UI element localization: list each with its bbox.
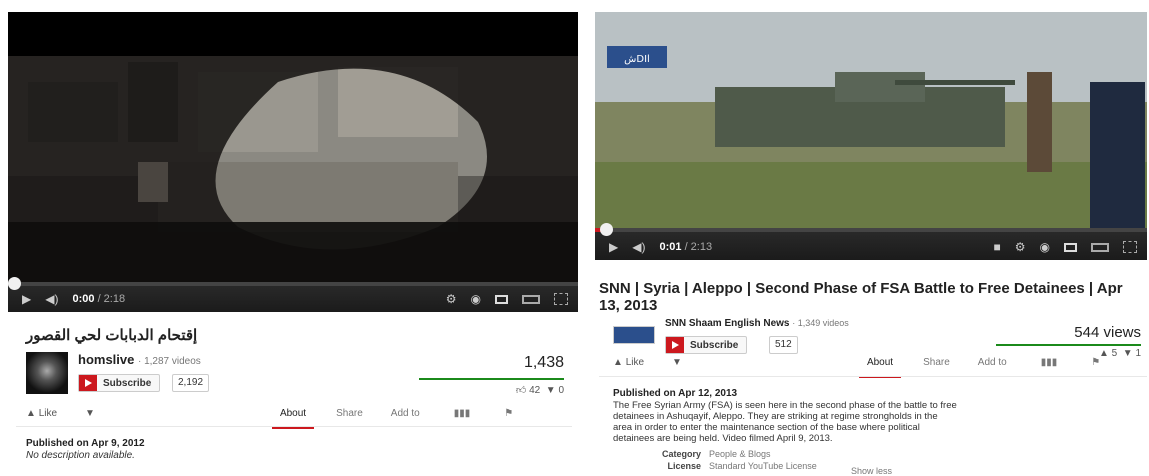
dislike-button[interactable]: ▼ <box>85 408 95 419</box>
description-text: The Free Syrian Army (FSA) is seen here … <box>613 400 957 444</box>
subscribe-button[interactable]: Subscribe <box>665 336 748 354</box>
tab-about[interactable]: About <box>858 357 902 378</box>
subscriber-count: 2,192 <box>172 374 210 392</box>
flag-icon[interactable]: ⚑ <box>504 408 513 419</box>
tab-share[interactable]: Share <box>336 408 363 419</box>
left-video-panel: ▶ ◀) 0:00 / 2:18 ⚙ ◉ إقتحام الدبابات لحي… <box>8 12 578 473</box>
avatar[interactable] <box>26 352 68 394</box>
small-player-icon[interactable] <box>1064 242 1077 252</box>
action-bar: ▲ Like ▼ About Share Add to ▮▮▮ ⚑ <box>613 357 1143 378</box>
show-less-link[interactable]: Show less <box>851 466 892 476</box>
subscribe-label: Subscribe <box>690 339 739 351</box>
right-video-panel: شDIا ▶ ◀) 0:01 / 2:13 ■ ⚙ ◉ SNN | Syria … <box>595 12 1147 476</box>
like-label: Like <box>625 357 645 368</box>
tab-add-to[interactable]: Add to <box>391 408 420 419</box>
annotations-icon[interactable]: ◉ <box>471 292 481 306</box>
category-row: Category People & Blogs <box>613 448 958 460</box>
video-count: · 1,349 videos <box>792 318 849 328</box>
video-frame: شDIا <box>595 12 1147 228</box>
like-button[interactable]: ▲ Like <box>26 408 57 419</box>
gear-icon[interactable]: ⚙ <box>1015 240 1026 254</box>
video-count: · 1,287 videos <box>137 356 201 367</box>
time-current: 0:01 <box>659 241 682 253</box>
channel-name[interactable]: SNN Shaam English News <box>665 318 789 329</box>
play-icon[interactable]: ▶ <box>609 240 618 254</box>
time-total: / 2:18 <box>97 293 126 305</box>
video-info: SNN | Syria | Aleppo | Second Phase of F… <box>595 260 1147 476</box>
channel-name[interactable]: homslive <box>78 352 134 367</box>
thumbs-down-icon: ▼ <box>85 408 95 419</box>
time-display: 0:01 / 2:13 <box>659 241 712 253</box>
time-total: / 2:13 <box>684 241 713 253</box>
player-controls: ▶ ◀) 0:01 / 2:13 ■ ⚙ ◉ <box>595 223 1147 260</box>
large-player-icon[interactable] <box>1091 242 1109 252</box>
time-current: 0:00 <box>72 293 95 305</box>
small-player-icon[interactable] <box>495 294 508 304</box>
description-text: No description available. <box>26 450 135 461</box>
time-display: 0:00 / 2:18 <box>72 293 125 305</box>
action-bar: ▲ Like ▼ About Share Add to ▮▮▮ ⚑ <box>26 408 562 429</box>
tab-share[interactable]: Share <box>923 357 950 368</box>
video-frame <box>8 12 578 282</box>
thumbs-up-icon: ▲ <box>613 357 623 368</box>
subscriber-count: 512 <box>769 336 798 354</box>
flag-icon[interactable]: ⚑ <box>1091 357 1100 368</box>
video-title: إقتحام الدبابات لحي القصور <box>26 327 198 344</box>
fullscreen-icon[interactable] <box>1123 241 1137 253</box>
dislike-button[interactable]: ▼ <box>672 357 682 368</box>
thumbs-up-icon: 👍︎ <box>515 385 527 396</box>
annotations-icon[interactable]: ◉ <box>1040 240 1050 254</box>
channel-logo-overlay: شDIا <box>624 54 650 65</box>
thumbs-up-icon: ▲ <box>26 408 36 419</box>
like-label: Like <box>38 408 58 419</box>
category-label: Category <box>661 449 701 459</box>
description: Published on Apr 9, 2012 No description … <box>26 438 546 462</box>
volume-icon[interactable]: ◀) <box>632 240 645 254</box>
like-count: 42 <box>529 385 541 396</box>
captions-icon[interactable]: ■ <box>994 240 1001 254</box>
stats-icon[interactable]: ▮▮▮ <box>1041 357 1058 368</box>
tab-about[interactable]: About <box>271 408 315 429</box>
gear-icon[interactable]: ⚙ <box>446 292 457 306</box>
license-row: License Standard YouTube License <box>613 460 958 472</box>
view-count: 1,438 <box>523 354 564 371</box>
fullscreen-icon[interactable] <box>554 293 568 305</box>
like-button[interactable]: ▲ Like <box>613 357 644 368</box>
published-date: Published on Apr 12, 2013 <box>613 388 738 399</box>
progress-bar[interactable] <box>595 223 1147 236</box>
avatar[interactable] <box>613 326 655 344</box>
video-title: SNN | Syria | Aleppo | Second Phase of F… <box>599 280 1123 314</box>
large-player-icon[interactable] <box>522 294 540 304</box>
divider <box>599 376 1147 377</box>
license-label: License <box>667 461 701 471</box>
view-count: 544 views <box>1074 324 1141 341</box>
stats-icon[interactable]: ▮▮▮ <box>454 408 471 419</box>
subscribe-button[interactable]: Subscribe <box>78 374 161 392</box>
license-value: Standard YouTube License <box>709 461 817 471</box>
views-bar <box>996 344 1141 346</box>
views-bar <box>419 378 564 380</box>
video-info: إقتحام الدبابات لحي القصور homslive · 1,… <box>8 312 578 461</box>
description: Published on Apr 12, 2013 The Free Syria… <box>613 388 958 472</box>
published-date: Published on Apr 9, 2012 <box>26 438 145 449</box>
player-controls: ▶ ◀) 0:00 / 2:18 ⚙ ◉ <box>8 277 578 312</box>
video-player[interactable] <box>8 12 578 282</box>
thumbs-down-icon: ▼ <box>672 357 682 368</box>
video-player[interactable]: شDIا <box>595 12 1147 228</box>
subscribe-label: Subscribe <box>103 377 152 389</box>
subscribe-icon <box>666 337 684 353</box>
divider <box>16 426 572 427</box>
category-value[interactable]: People & Blogs <box>709 448 771 460</box>
tab-add-to[interactable]: Add to <box>978 357 1007 368</box>
thumbs-down-icon: ▼ <box>545 385 556 396</box>
subscribe-icon <box>79 375 97 391</box>
dislike-count: 0 <box>558 385 564 396</box>
like-dislike-counts: 👍︎ 42 ▼ 0 <box>516 384 564 396</box>
volume-icon[interactable]: ◀) <box>45 292 58 306</box>
play-icon[interactable]: ▶ <box>22 292 31 306</box>
